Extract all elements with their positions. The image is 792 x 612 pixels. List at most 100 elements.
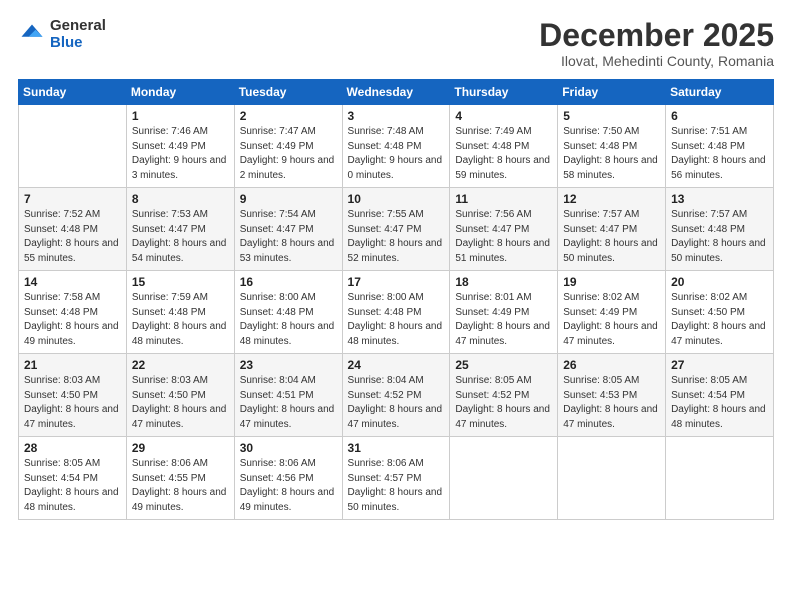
cell-detail: Sunrise: 7:46 AMSunset: 4:49 PMDaylight:… (132, 125, 229, 183)
logo: General Blue (18, 18, 106, 51)
cell-day-number: 20 (671, 275, 768, 289)
cell-detail: Sunrise: 7:57 AMSunset: 4:47 PMDaylight:… (563, 208, 660, 266)
cell-detail: Sunrise: 7:49 AMSunset: 4:48 PMDaylight:… (455, 125, 552, 183)
cell-day-number: 19 (563, 275, 660, 289)
calendar-cell: 10 Sunrise: 7:55 AMSunset: 4:47 PMDayligh… (342, 188, 450, 271)
calendar-cell: 25Sunrise: 8:05 AMSunset: 4:52 PMDayligh… (450, 354, 558, 437)
page: General Blue December 2025 Ilovat, Mehed… (0, 0, 792, 612)
cell-day-number: 31 (348, 441, 445, 455)
calendar-cell: 16 Sunrise: 8:00 AMSunset: 4:48 PMDayligh… (234, 271, 342, 354)
calendar-cell (558, 437, 666, 520)
calendar-cell: 22 Sunrise: 8:03 AMSunset: 4:50 PMDayligh… (126, 354, 234, 437)
cell-day-number: 25 (455, 358, 552, 372)
cell-day-number: 22 (132, 358, 229, 372)
calendar-cell: 13 Sunrise: 7:57 AMSunset: 4:48 PMDayligh… (666, 188, 774, 271)
cell-detail: Sunrise: 7:51 AMSunset: 4:48 PMDaylight:… (671, 125, 768, 183)
cell-day-number: 5 (563, 109, 660, 123)
weekday-header: Friday (558, 80, 666, 105)
cell-detail: Sunrise: 7:48 AMSunset: 4:48 PMDaylight:… (348, 125, 445, 183)
calendar-cell: 28 Sunrise: 8:05 AMSunset: 4:54 PMDayligh… (19, 437, 127, 520)
calendar-cell: 4 Sunrise: 7:49 AMSunset: 4:48 PMDaylight… (450, 105, 558, 188)
cell-detail: Sunrise: 7:52 AMSunset: 4:48 PMDaylight:… (24, 208, 121, 266)
logo-general-text: General (50, 18, 106, 35)
cell-detail: Sunrise: 7:58 AMSunset: 4:48 PMDaylight:… (24, 291, 121, 349)
header: General Blue December 2025 Ilovat, Mehed… (18, 18, 774, 69)
cell-day-number: 11 (455, 192, 552, 206)
weekday-header: Tuesday (234, 80, 342, 105)
cell-detail: Sunrise: 7:53 AMSunset: 4:47 PMDaylight:… (132, 208, 229, 266)
calendar-cell: 8 Sunrise: 7:53 AMSunset: 4:47 PMDaylight… (126, 188, 234, 271)
cell-day-number: 6 (671, 109, 768, 123)
calendar-cell: 23Sunrise: 8:04 AMSunset: 4:51 PMDayligh… (234, 354, 342, 437)
cell-detail: Sunrise: 7:50 AMSunset: 4:48 PMDaylight:… (563, 125, 660, 183)
cell-detail: Sunrise: 7:55 AMSunset: 4:47 PMDaylight:… (348, 208, 445, 266)
weekday-header: Monday (126, 80, 234, 105)
calendar-cell (19, 105, 127, 188)
cell-detail: Sunrise: 7:57 AMSunset: 4:48 PMDaylight:… (671, 208, 768, 266)
logo-icon (18, 21, 46, 49)
calendar-week-row: 28 Sunrise: 8:05 AMSunset: 4:54 PMDayligh… (19, 437, 774, 520)
cell-day-number: 13 (671, 192, 768, 206)
cell-detail: Sunrise: 8:04 AMSunset: 4:52 PMDaylight:… (348, 374, 445, 432)
cell-detail: Sunrise: 8:06 AMSunset: 4:57 PMDaylight:… (348, 457, 445, 515)
cell-day-number: 29 (132, 441, 229, 455)
cell-detail: Sunrise: 8:03 AMSunset: 4:50 PMDaylight:… (24, 374, 121, 432)
cell-day-number: 23 (240, 358, 337, 372)
cell-day-number: 10 (348, 192, 445, 206)
cell-detail: Sunrise: 8:02 AMSunset: 4:50 PMDaylight:… (671, 291, 768, 349)
calendar-cell: 30Sunrise: 8:06 AMSunset: 4:56 PMDayligh… (234, 437, 342, 520)
cell-detail: Sunrise: 8:00 AMSunset: 4:48 PMDaylight:… (348, 291, 445, 349)
cell-day-number: 14 (24, 275, 121, 289)
cell-detail: Sunrise: 8:05 AMSunset: 4:54 PMDaylight:… (671, 374, 768, 432)
calendar-cell: 12 Sunrise: 7:57 AMSunset: 4:47 PMDayligh… (558, 188, 666, 271)
calendar-cell (666, 437, 774, 520)
cell-day-number: 1 (132, 109, 229, 123)
calendar-cell: 9Sunrise: 7:54 AMSunset: 4:47 PMDaylight… (234, 188, 342, 271)
calendar-cell: 27 Sunrise: 8:05 AMSunset: 4:54 PMDayligh… (666, 354, 774, 437)
calendar-cell: 18Sunrise: 8:01 AMSunset: 4:49 PMDayligh… (450, 271, 558, 354)
calendar-cell: 11 Sunrise: 7:56 AMSunset: 4:47 PMDayligh… (450, 188, 558, 271)
cell-day-number: 16 (240, 275, 337, 289)
calendar-week-row: 14 Sunrise: 7:58 AMSunset: 4:48 PMDayligh… (19, 271, 774, 354)
cell-detail: Sunrise: 7:54 AMSunset: 4:47 PMDaylight:… (240, 208, 337, 266)
cell-day-number: 7 (24, 192, 121, 206)
cell-day-number: 26 (563, 358, 660, 372)
weekday-header: Saturday (666, 80, 774, 105)
calendar-cell: 14 Sunrise: 7:58 AMSunset: 4:48 PMDayligh… (19, 271, 127, 354)
calendar-cell: 21 Sunrise: 8:03 AMSunset: 4:50 PMDayligh… (19, 354, 127, 437)
calendar-cell (450, 437, 558, 520)
cell-detail: Sunrise: 8:06 AMSunset: 4:55 PMDaylight:… (132, 457, 229, 515)
cell-detail: Sunrise: 7:56 AMSunset: 4:47 PMDaylight:… (455, 208, 552, 266)
calendar-cell: 5 Sunrise: 7:50 AMSunset: 4:48 PMDaylight… (558, 105, 666, 188)
cell-detail: Sunrise: 8:05 AMSunset: 4:54 PMDaylight:… (24, 457, 121, 515)
calendar-cell: 26Sunrise: 8:05 AMSunset: 4:53 PMDayligh… (558, 354, 666, 437)
cell-day-number: 15 (132, 275, 229, 289)
cell-day-number: 12 (563, 192, 660, 206)
weekday-header: Sunday (19, 80, 127, 105)
calendar-cell: 3 Sunrise: 7:48 AMSunset: 4:48 PMDaylight… (342, 105, 450, 188)
calendar-week-row: 7 Sunrise: 7:52 AMSunset: 4:48 PMDaylight… (19, 188, 774, 271)
weekday-header: Thursday (450, 80, 558, 105)
calendar-week-row: 1 Sunrise: 7:46 AMSunset: 4:49 PMDaylight… (19, 105, 774, 188)
cell-day-number: 8 (132, 192, 229, 206)
title-block: December 2025 Ilovat, Mehedinti County, … (539, 18, 774, 69)
cell-day-number: 3 (348, 109, 445, 123)
month-title: December 2025 (539, 18, 774, 53)
calendar-header-row: SundayMondayTuesdayWednesdayThursdayFrid… (19, 80, 774, 105)
calendar-week-row: 21 Sunrise: 8:03 AMSunset: 4:50 PMDayligh… (19, 354, 774, 437)
logo-text: General Blue (50, 18, 106, 51)
cell-day-number: 21 (24, 358, 121, 372)
cell-day-number: 17 (348, 275, 445, 289)
calendar-cell: 20 Sunrise: 8:02 AMSunset: 4:50 PMDayligh… (666, 271, 774, 354)
calendar-cell: 2Sunrise: 7:47 AMSunset: 4:49 PMDaylight… (234, 105, 342, 188)
cell-detail: Sunrise: 8:03 AMSunset: 4:50 PMDaylight:… (132, 374, 229, 432)
calendar-cell: 24Sunrise: 8:04 AMSunset: 4:52 PMDayligh… (342, 354, 450, 437)
calendar-cell: 15Sunrise: 7:59 AMSunset: 4:48 PMDayligh… (126, 271, 234, 354)
calendar-cell: 19Sunrise: 8:02 AMSunset: 4:49 PMDayligh… (558, 271, 666, 354)
calendar-cell: 6 Sunrise: 7:51 AMSunset: 4:48 PMDaylight… (666, 105, 774, 188)
cell-day-number: 27 (671, 358, 768, 372)
cell-day-number: 28 (24, 441, 121, 455)
cell-day-number: 4 (455, 109, 552, 123)
cell-detail: Sunrise: 8:00 AMSunset: 4:48 PMDaylight:… (240, 291, 337, 349)
cell-day-number: 30 (240, 441, 337, 455)
